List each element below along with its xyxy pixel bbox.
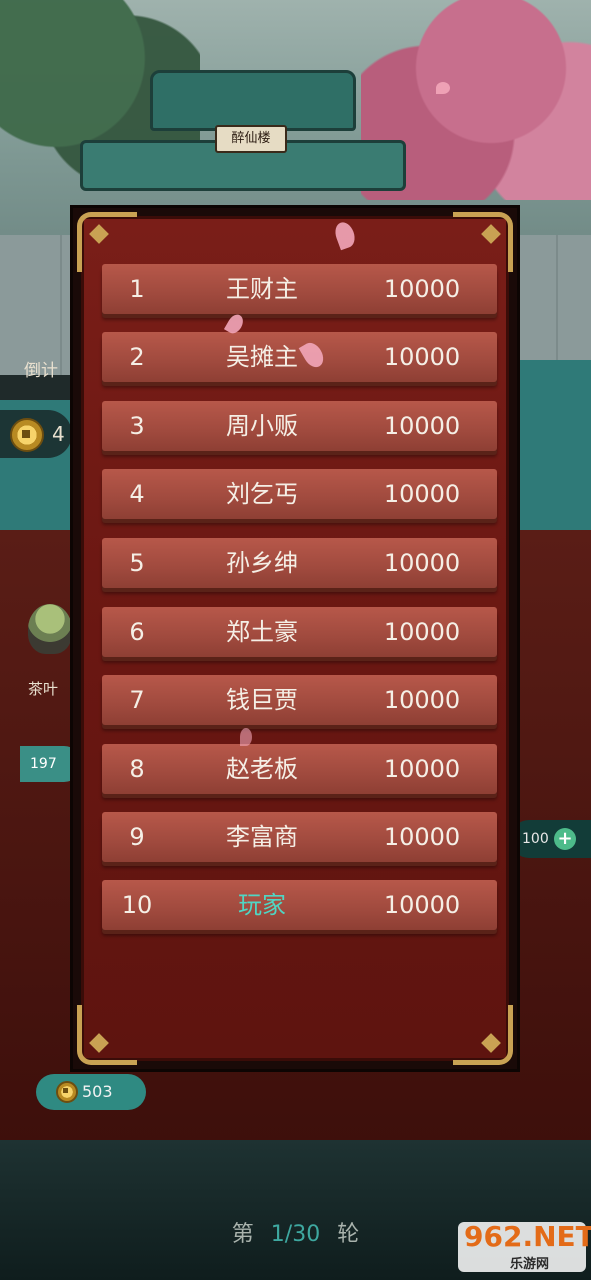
row-score: 10000 — [383, 618, 461, 646]
site-watermark-logo: 962.NET 乐游网 — [458, 1222, 591, 1272]
row-score: 10000 — [383, 686, 461, 714]
tea-label: 茶叶 — [28, 680, 59, 698]
coin-icon — [56, 1081, 78, 1103]
money-value: 503 — [82, 1082, 113, 1101]
right-value-pill: 100 — [510, 820, 591, 858]
tavern-signboard: 醉仙楼 — [215, 125, 287, 153]
corner-ornament-icon — [453, 212, 513, 272]
ranking-row: 1 王财主 10000 — [102, 264, 497, 314]
plus-icon[interactable]: + — [554, 828, 576, 850]
coin-badge: 4 — [0, 410, 72, 458]
ranking-row: 8 赵老板 10000 — [102, 744, 497, 794]
row-rank: 2 — [129, 343, 145, 371]
ranking-row: 2 吴摊主 10000 — [102, 332, 497, 382]
row-score: 10000 — [383, 823, 461, 851]
row-rank: 10 — [121, 891, 153, 919]
right-shop-roof — [511, 360, 591, 534]
round-suffix: 轮 — [337, 1222, 360, 1247]
row-score: 10000 — [383, 755, 461, 783]
row-name: 刘乞丐 — [226, 480, 298, 508]
corner-ornament-icon — [77, 212, 137, 272]
watermark-brand: 962.NET — [464, 1220, 591, 1253]
row-rank: 5 — [129, 549, 145, 577]
row-rank: 6 — [129, 618, 145, 646]
row-rank: 1 — [129, 275, 145, 303]
row-rank: 8 — [129, 755, 145, 783]
ranking-row: 4 刘乞丐 10000 — [102, 469, 497, 519]
row-score: 10000 — [383, 412, 461, 440]
row-score: 10000 — [383, 891, 461, 919]
countdown-label: 倒计 — [24, 361, 58, 381]
round-prefix: 第 — [231, 1222, 254, 1247]
ranking-row: 6 郑土豪 10000 — [102, 607, 497, 657]
corner-ornament-icon — [77, 1005, 137, 1065]
ranking-row: 7 钱巨贾 10000 — [102, 675, 497, 725]
row-score: 10000 — [383, 480, 461, 508]
row-rank: 9 — [129, 823, 145, 851]
row-name: 王财主 — [226, 275, 298, 303]
ranking-row: 3 周小贩 10000 — [102, 401, 497, 451]
money-pill: 503 — [36, 1074, 146, 1110]
row-name: 孙乡绅 — [226, 549, 298, 577]
row-name: 钱巨贾 — [226, 686, 298, 714]
ranking-row-player: 10 玩家 10000 — [102, 880, 497, 930]
watermark-sub: 乐游网 — [510, 1257, 550, 1272]
round-current: 1/30 — [270, 1222, 321, 1247]
row-score: 10000 — [383, 549, 461, 577]
row-name: 玩家 — [238, 891, 286, 919]
row-score: 10000 — [383, 343, 461, 371]
corner-ornament-icon — [453, 1005, 513, 1065]
ranking-row: 5 孙乡绅 10000 — [102, 538, 497, 588]
ranking-row: 9 李富商 10000 — [102, 812, 497, 862]
row-name: 赵老板 — [226, 755, 298, 783]
petal-icon — [436, 82, 450, 94]
coin-count: 4 — [52, 422, 65, 446]
tavern-roof — [150, 70, 356, 131]
row-rank: 4 — [129, 480, 145, 508]
row-name: 李富商 — [226, 823, 298, 851]
row-name: 周小贩 — [226, 412, 298, 440]
row-rank: 7 — [129, 686, 145, 714]
petal-icon — [240, 728, 252, 746]
row-score: 10000 — [383, 275, 461, 303]
row-name: 郑土豪 — [226, 618, 298, 646]
row-rank: 3 — [129, 412, 145, 440]
right-value: 100 — [522, 831, 549, 847]
tea-price: 197 — [30, 756, 57, 772]
coin-icon — [10, 418, 44, 452]
tea-icon[interactable] — [28, 604, 72, 654]
